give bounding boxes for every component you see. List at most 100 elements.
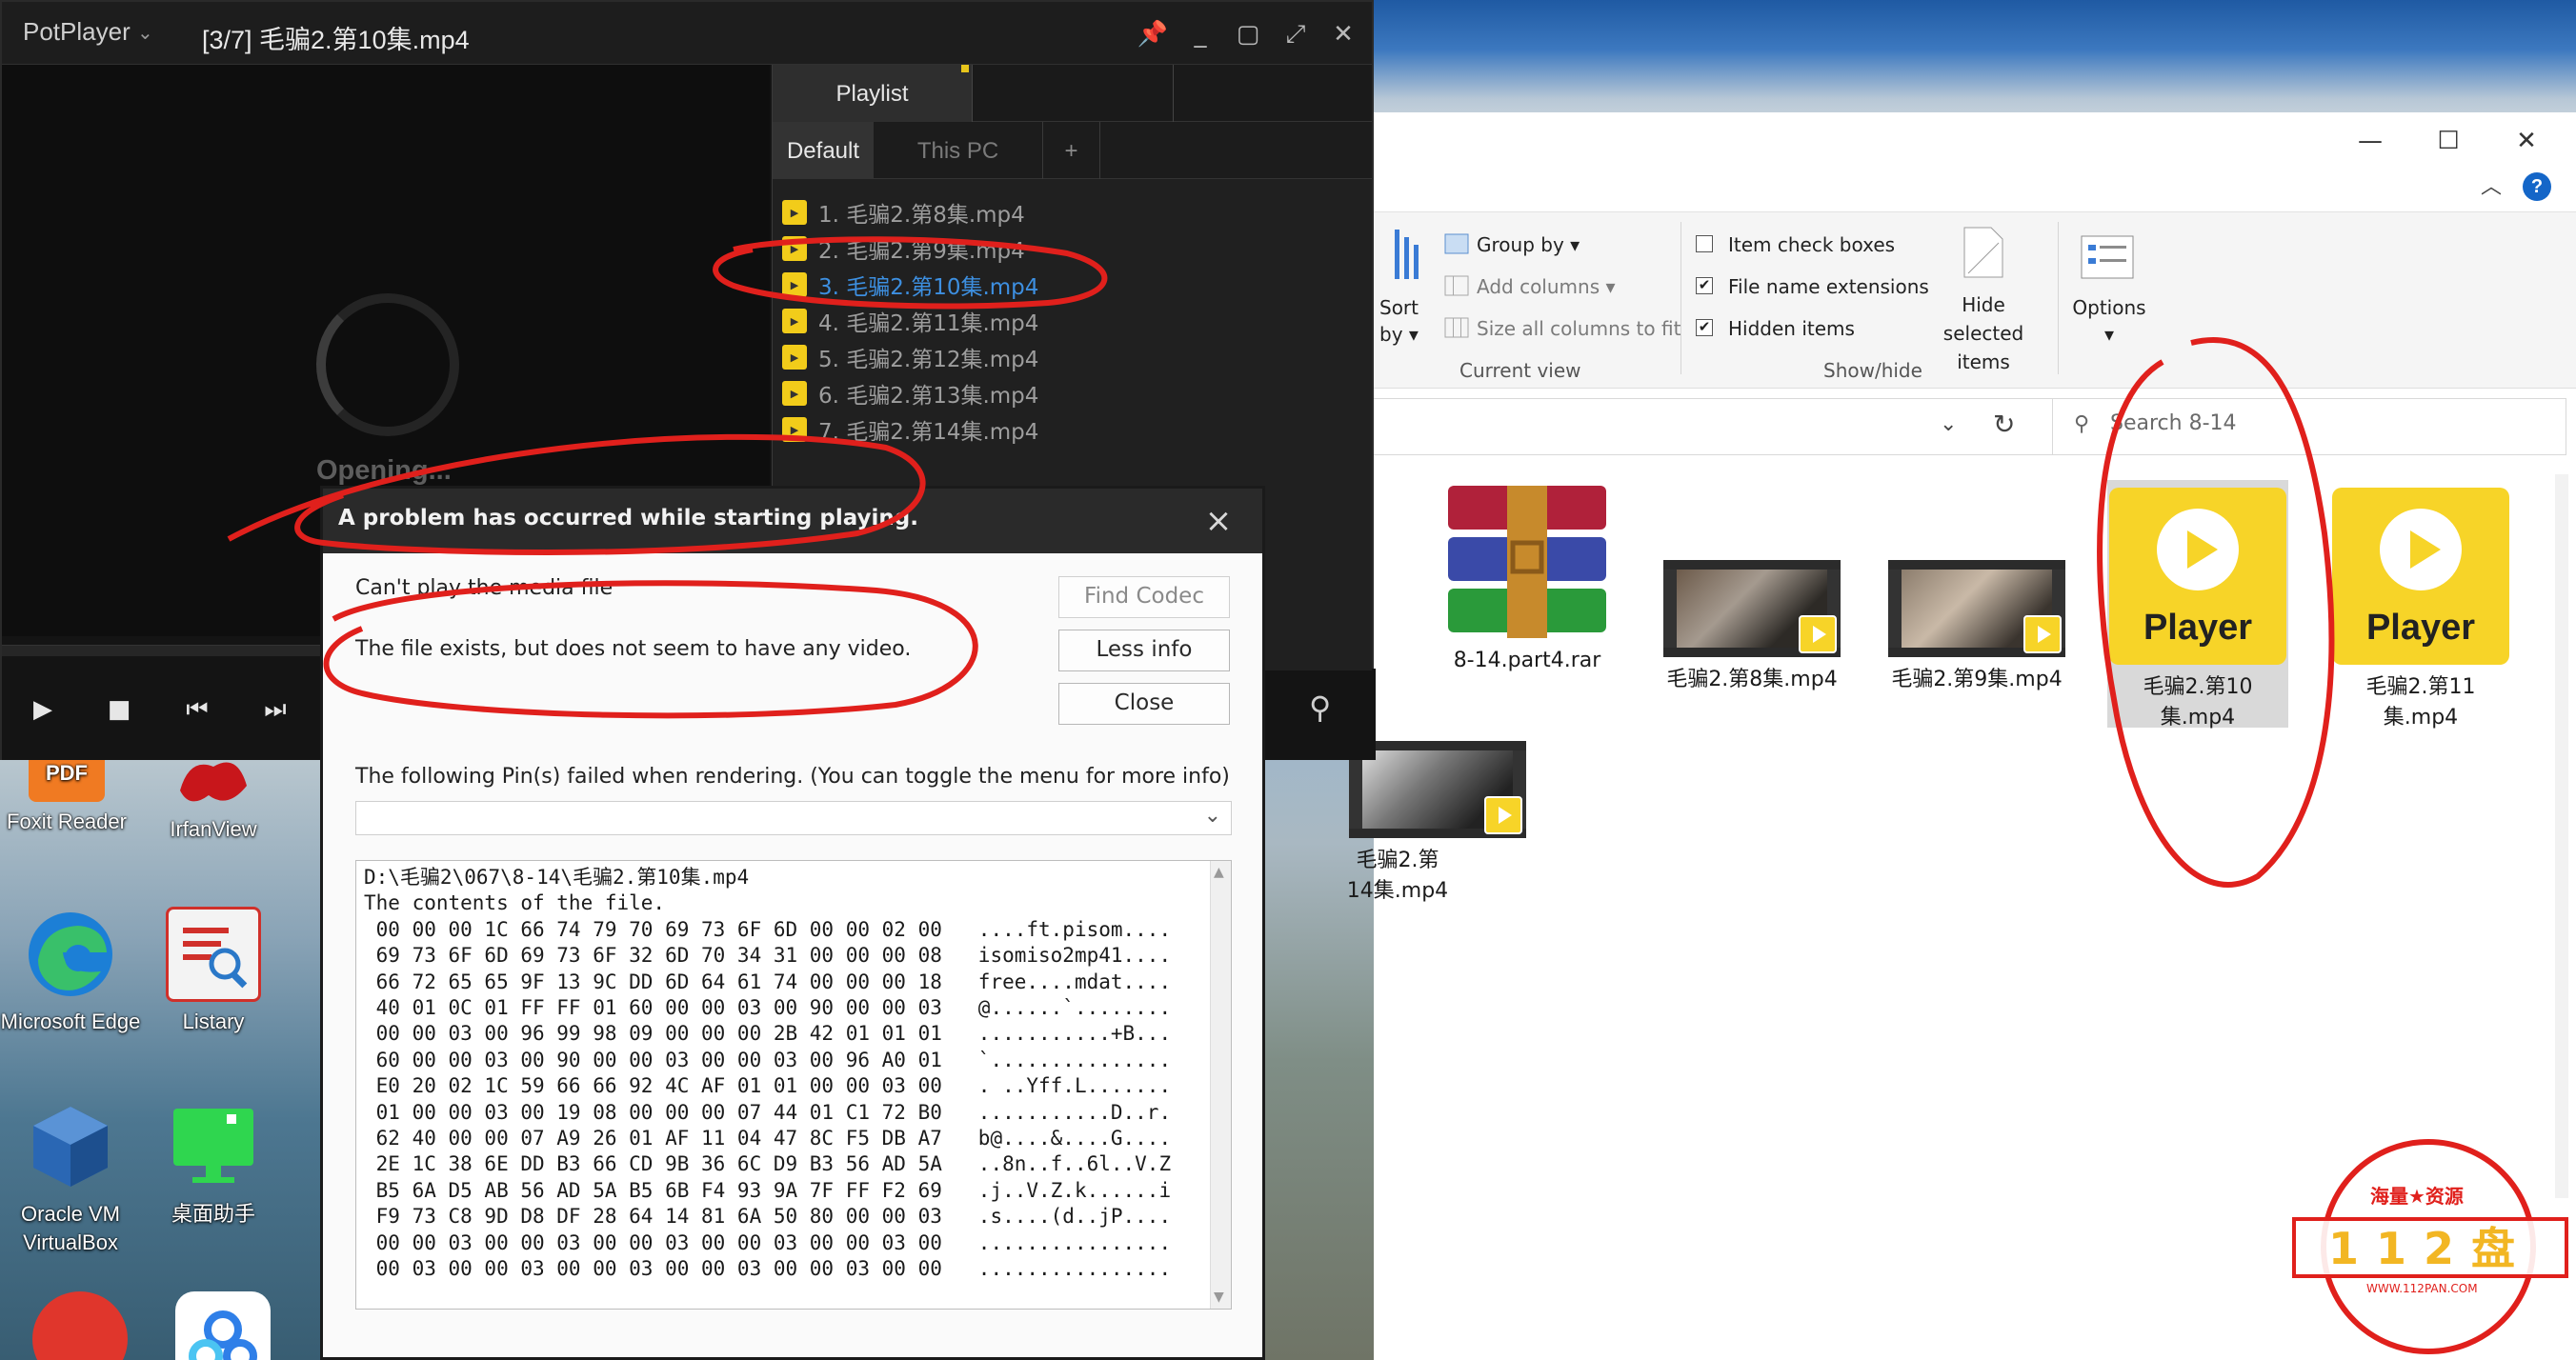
sort-by-button[interactable]: Sort by ▾	[1379, 294, 1437, 348]
desktop-icon-irfanview[interactable]: IrfanView	[143, 752, 284, 844]
red-app-icon	[32, 1291, 128, 1360]
search-icon[interactable]: ⚲	[1309, 690, 1331, 726]
options-button[interactable]: Options ▾	[2071, 294, 2147, 348]
header-divider	[1173, 65, 1174, 122]
playlist-item-active[interactable]: ▶ 3. 毛骗2.第10集.mp4	[782, 267, 1354, 303]
refresh-icon[interactable]: ↻	[1993, 409, 2015, 440]
irfanview-icon	[166, 752, 261, 810]
chevron-down-icon[interactable]: ⌄	[137, 21, 153, 44]
close-button[interactable]: ✕	[2498, 120, 2555, 162]
potplayer-file-icon: ▶	[782, 236, 807, 261]
potplayer-file-icon: Player	[2109, 488, 2286, 665]
potplayer-titlebar: PotPlayer ⌄ [3/7] 毛骗2.第10集.mp4 📌 _ ▢ ⤢ ✕	[2, 2, 1372, 65]
desktop-icon-label: 桌面助手	[171, 1202, 255, 1226]
wallpaper-beach	[0, 757, 320, 1360]
fullscreen-icon[interactable]: ⤢	[1277, 15, 1315, 53]
add-tab-button[interactable]: +	[1043, 122, 1100, 179]
error-message: Can't play the media file	[355, 576, 614, 600]
wallpaper-sky	[1372, 0, 2576, 124]
maximize-button[interactable]: ☐	[2420, 120, 2477, 162]
add-columns-button[interactable]: Add columns ▾	[1477, 275, 1616, 298]
file-name: 毛骗2.第10集.mp4	[2143, 675, 2253, 730]
search-box[interactable]: ⚲	[2052, 398, 2566, 455]
ribbon-separator	[2058, 222, 2059, 374]
hide-selected-items-button[interactable]: Hide selected items	[1919, 290, 2048, 376]
failed-pins-label: The following Pin(s) failed when renderi…	[355, 765, 1230, 789]
playlist-tab[interactable]: Playlist	[773, 65, 973, 122]
tab-this-pc[interactable]: This PC	[874, 122, 1043, 179]
potplayer-file-icon: ▶	[782, 272, 807, 297]
item-check-boxes-checkbox[interactable]	[1696, 235, 1713, 252]
hidden-items-checkbox[interactable]: ✔	[1696, 319, 1713, 336]
close-button[interactable]: ✕	[1324, 15, 1362, 53]
sort-by-icon	[1391, 228, 1425, 285]
scroll-up-icon[interactable]: ▲	[1214, 865, 1224, 880]
desktop-icon-foxit[interactable]: PDF Foxit Reader	[0, 745, 137, 836]
desktop-icon-edge[interactable]: Microsoft Edge	[0, 907, 141, 1036]
close-button[interactable]: Close	[1058, 683, 1230, 725]
playlist-item[interactable]: ▶ 1. 毛骗2.第8集.mp4	[782, 194, 1354, 230]
desktop-icon-label: Foxit Reader	[7, 810, 127, 833]
desktop-icon-label: Listary	[182, 1010, 245, 1033]
file-item-rar[interactable]: 8-14.part4.rar	[1437, 480, 1618, 676]
file-item-video[interactable]: 毛骗2.第14集.mp4	[1269, 741, 1526, 907]
search-input[interactable]	[2110, 411, 2539, 435]
potplayer-menu-button[interactable]: PotPlayer	[23, 17, 131, 47]
stop-button[interactable]: ■	[99, 690, 139, 730]
ribbon-collapse-icon[interactable]: ︿	[2481, 170, 2502, 200]
file-item-video[interactable]: 毛骗2.第8集.mp4	[1661, 560, 1842, 695]
hex-dump: D:\毛骗2\067\8-14\毛骗2.第10集.mp4 The content…	[364, 866, 1172, 1281]
textarea-scrollbar[interactable]: ▲ ▼	[1210, 861, 1231, 1309]
maximize-button[interactable]: ▢	[1229, 15, 1267, 53]
ribbon-view-tab: Sort by ▾ Group by ▾ Add columns ▾ Size …	[1374, 211, 2576, 389]
playlist-header: Playlist	[773, 65, 1372, 122]
vertical-scrollbar[interactable]	[2555, 474, 2568, 1198]
size-all-columns-button[interactable]: Size all columns to fit	[1477, 317, 1680, 340]
desktop-icon-listary[interactable]: Listary	[143, 907, 284, 1036]
find-codec-button[interactable]: Find Codec	[1058, 576, 1230, 618]
minimize-button[interactable]: _	[1181, 15, 1219, 53]
address-bar[interactable]: ⌄ ↻	[1374, 398, 2060, 455]
playlist-item[interactable]: ▶ 5. 毛骗2.第12集.mp4	[782, 339, 1354, 375]
loading-spinner-icon	[316, 293, 459, 436]
group-by-button[interactable]: Group by ▾	[1477, 233, 1580, 256]
scroll-down-icon[interactable]: ▼	[1214, 1290, 1224, 1305]
minimize-button[interactable]: —	[2342, 120, 2399, 162]
playlist-items: ▶ 1. 毛骗2.第8集.mp4 ▶ 2. 毛骗2.第9集.mp4 ▶ 3. 毛骗2.…	[782, 194, 1354, 448]
less-info-button[interactable]: Less info	[1058, 630, 1230, 671]
pin-icon[interactable]: 📌	[1134, 15, 1172, 53]
playlist-item[interactable]: ▶ 7. 毛骗2.第14集.mp4	[782, 411, 1354, 448]
file-item-selected[interactable]: Player 毛骗2.第10集.mp4	[2107, 480, 2288, 730]
play-button[interactable]: ▶	[23, 690, 63, 730]
playlist-item[interactable]: ▶ 6. 毛骗2.第13集.mp4	[782, 375, 1354, 411]
potplayer-file-icon: ▶	[782, 345, 807, 370]
playlist-item[interactable]: ▶ 2. 毛骗2.第9集.mp4	[782, 230, 1354, 267]
desktop-icon-desktop-helper[interactable]: 桌面助手	[143, 1099, 284, 1229]
address-history-chevron-icon[interactable]: ⌄	[1940, 412, 1957, 436]
playlist-item[interactable]: ▶ 4. 毛骗2.第11集.mp4	[782, 303, 1354, 339]
file-name-extensions-checkbox[interactable]: ✔	[1696, 277, 1713, 294]
edge-icon	[23, 907, 118, 1002]
desktop-icon-label: Oracle VM VirtualBox	[21, 1202, 120, 1254]
current-view-group-label: Current view	[1459, 359, 1581, 382]
help-icon[interactable]: ?	[2523, 172, 2551, 201]
dialog-title: A problem has occurred while starting pl…	[338, 506, 919, 530]
previous-button[interactable]: ⏮	[177, 690, 217, 730]
options-label: Options	[2072, 296, 2146, 319]
file-item-video[interactable]: 毛骗2.第9集.mp4	[1886, 560, 2067, 695]
dialog-close-icon[interactable]: ×	[1197, 500, 1239, 542]
listary-icon	[166, 907, 261, 1002]
next-button[interactable]: ⏭	[255, 690, 295, 730]
desktop-icon-virtualbox[interactable]: Oracle VM VirtualBox	[0, 1099, 141, 1257]
potplayer-badge-icon	[1799, 615, 1837, 653]
potplayer-file-icon: ▶	[782, 200, 807, 225]
file-item[interactable]: Player 毛骗2.第11集.mp4	[2330, 488, 2511, 733]
desktop-icon-red-app[interactable]	[10, 1291, 151, 1360]
hidden-items-label: Hidden items	[1728, 317, 1855, 340]
file-contents-textarea[interactable]: D:\毛骗2\067\8-14\毛骗2.第10集.mp4 The content…	[355, 860, 1232, 1310]
hide-selected-icon	[1962, 226, 2004, 283]
add-columns-icon	[1444, 275, 1469, 300]
failed-pins-dropdown[interactable]: ⌄	[355, 801, 1232, 835]
desktop-icon-blue-app[interactable]	[152, 1291, 293, 1360]
tab-default[interactable]: Default	[773, 122, 874, 179]
